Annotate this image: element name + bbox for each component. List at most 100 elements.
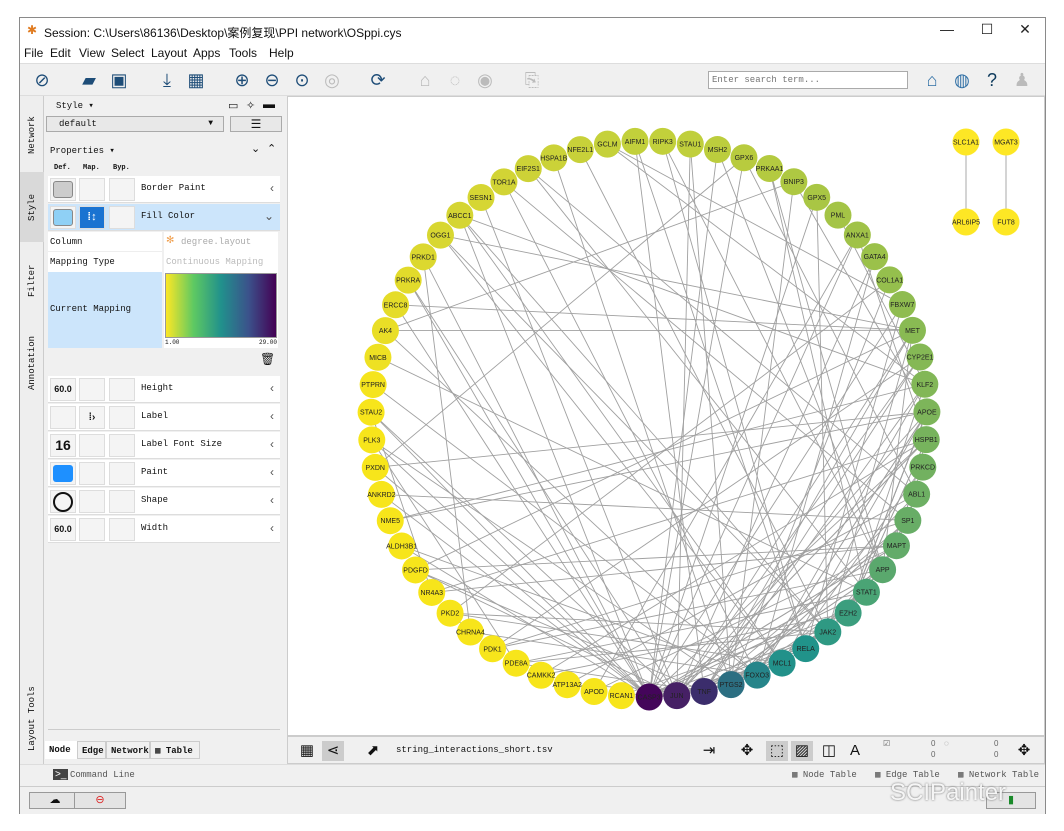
node-mapt[interactable]: MAPT [882, 532, 910, 560]
node-cyp2e1[interactable]: CYP2E1 [906, 343, 934, 371]
save-icon[interactable]: ▣ [107, 69, 131, 91]
node-msh2[interactable]: MSH2 [703, 136, 731, 164]
tab-annotation[interactable]: Annotation [20, 318, 44, 408]
bypass-cell[interactable] [109, 406, 135, 429]
node-atp13a2[interactable]: ATP13A2 [552, 671, 582, 699]
property-row-fill-color[interactable]: ⁞↕ Fill Color ⌄ [48, 204, 280, 231]
zoom-fit-icon[interactable]: ⊙ [290, 69, 314, 91]
bypass-cell[interactable] [109, 518, 135, 541]
chevron-left-icon[interactable]: ‹ [270, 409, 274, 423]
node-ak4[interactable]: AK4 [371, 317, 399, 345]
node-ptgs2[interactable]: PTGS2 [717, 671, 745, 699]
edge[interactable] [634, 141, 807, 649]
select-nodes-icon[interactable]: ⬚ [766, 741, 788, 761]
zoom-in-icon[interactable]: ⊕ [230, 69, 254, 91]
mapping-cell[interactable] [79, 378, 105, 401]
current-mapping-editor[interactable]: 1.00 29.00 [164, 272, 278, 348]
node-pxdn[interactable]: PXDN [361, 453, 389, 481]
node-ripk3[interactable]: RIPK3 [649, 127, 677, 155]
node-jun[interactable]: JUN [663, 682, 691, 710]
bypass-cell[interactable] [109, 434, 135, 457]
layout-nodes-icon[interactable]: ✥ [736, 741, 758, 761]
edge[interactable] [492, 520, 908, 650]
node-gpx5[interactable]: GPX5 [803, 183, 831, 211]
chevron-left-icon[interactable]: ‹ [270, 181, 274, 195]
property-row-label-font-size[interactable]: 16 Label Font Size ‹ [48, 432, 280, 459]
open-external-icon[interactable]: ⬈ [362, 741, 384, 761]
label-move-icon[interactable]: A [844, 741, 866, 761]
network-view-icon[interactable]: ⋖ [322, 741, 344, 761]
mapping-cell[interactable] [79, 518, 105, 541]
node-jak2[interactable]: JAK2 [814, 618, 842, 646]
node-stau1[interactable]: STAU1 [676, 130, 704, 158]
export-icon[interactable]: ⎘ [520, 69, 544, 91]
edge[interactable] [648, 157, 745, 698]
bypass-cell[interactable] [109, 206, 135, 229]
node-casp3[interactable]: CASP3 [635, 683, 663, 711]
node-hspb1[interactable]: HSPB1 [912, 426, 940, 454]
globe-icon[interactable]: ◍ [950, 69, 974, 91]
grid-view-icon[interactable]: ▦ [296, 741, 318, 761]
node-aifm1[interactable]: AIFM1 [621, 127, 649, 155]
bypass-cell[interactable] [109, 462, 135, 485]
node-abl1[interactable]: ABL1 [903, 480, 931, 508]
property-row-paint[interactable]: Paint ‹ [48, 460, 280, 487]
node-arl6ip5[interactable]: ARL6IP5 [952, 208, 980, 236]
node-foxo3[interactable]: FOXO3 [743, 661, 771, 689]
stop-button[interactable]: ⊖ [74, 792, 126, 809]
node-table-button[interactable]: ▦ Node Table [792, 770, 857, 780]
collapse-all-icon[interactable]: ⌃ [267, 142, 276, 155]
node-mgat3[interactable]: MGAT3 [992, 128, 1020, 156]
edge[interactable] [730, 520, 909, 685]
mapping-cell[interactable] [79, 434, 105, 457]
expand-all-icon[interactable]: ⌄ [251, 142, 260, 155]
style-panel-header[interactable]: Style ▾ [56, 101, 94, 111]
property-row-height[interactable]: 60.0 Height ‹ [48, 376, 280, 403]
export-network-icon[interactable]: ⇥ [698, 741, 720, 761]
node-prkd1[interactable]: PRKD1 [409, 243, 437, 271]
node-gata4[interactable]: GATA4 [861, 243, 889, 271]
minimize-button[interactable]: — [932, 21, 962, 41]
node-micb[interactable]: MICB [364, 343, 392, 371]
node-tor1a[interactable]: TOR1A [490, 168, 518, 196]
node-mcl1[interactable]: MCL1 [768, 649, 796, 677]
close-button[interactable]: ✕ [1010, 21, 1040, 41]
trash-icon[interactable]: 🗑 [260, 352, 275, 366]
tab-layout-tools[interactable]: Layout Tools [20, 676, 44, 761]
bypass-cell[interactable] [109, 378, 135, 401]
gradient-preview[interactable] [165, 273, 277, 338]
edge[interactable] [440, 234, 913, 331]
bypass-cell[interactable] [109, 490, 135, 513]
default-cell[interactable] [50, 206, 76, 229]
tab-network[interactable]: Network [20, 100, 44, 170]
mapping-cell[interactable] [79, 178, 105, 201]
network-graph[interactable]: GCLM AIFM1 RIPK3 STAU1 MSH2 GPX6PRKAA1BNIP3 GP… [288, 97, 1046, 737]
default-cell[interactable] [50, 490, 76, 513]
home-group-icon[interactable]: ⌂ [413, 69, 437, 91]
default-cell[interactable] [50, 178, 76, 201]
node-pdgfd[interactable]: PDGFD [402, 556, 430, 584]
edge[interactable] [527, 168, 917, 495]
menu-help[interactable]: Help [269, 46, 294, 60]
edge[interactable] [395, 304, 650, 698]
mapping-type-select[interactable]: Continuous Mapping [164, 252, 278, 272]
tab-network[interactable]: Network [106, 741, 150, 759]
node-nme5[interactable]: NME5 [376, 507, 404, 535]
node-prkaa1[interactable]: PRKAA1 [756, 154, 784, 182]
node-pde8a[interactable]: PDE8A [502, 649, 530, 677]
property-row-label[interactable]: ⁞› Label ‹ [48, 404, 280, 431]
node-stat1[interactable]: STAT1 [852, 578, 880, 606]
menu-edit[interactable]: Edit [50, 46, 71, 60]
menu-select[interactable]: Select [111, 46, 144, 60]
default-cell[interactable] [50, 462, 76, 485]
style-options-button[interactable]: ☰ [230, 116, 282, 132]
node-bnip3[interactable]: BNIP3 [780, 168, 808, 196]
select-annotations-icon[interactable]: ◫ [818, 741, 840, 761]
node-stau2[interactable]: STAU2 [357, 398, 385, 426]
menu-tools[interactable]: Tools [229, 46, 257, 60]
refresh-icon[interactable]: ⟳ [366, 69, 390, 91]
menu-file[interactable]: File [24, 46, 43, 60]
chevron-left-icon[interactable]: ‹ [270, 521, 274, 535]
select-edges-icon[interactable]: ▨ [791, 741, 813, 761]
edge[interactable] [459, 215, 783, 664]
